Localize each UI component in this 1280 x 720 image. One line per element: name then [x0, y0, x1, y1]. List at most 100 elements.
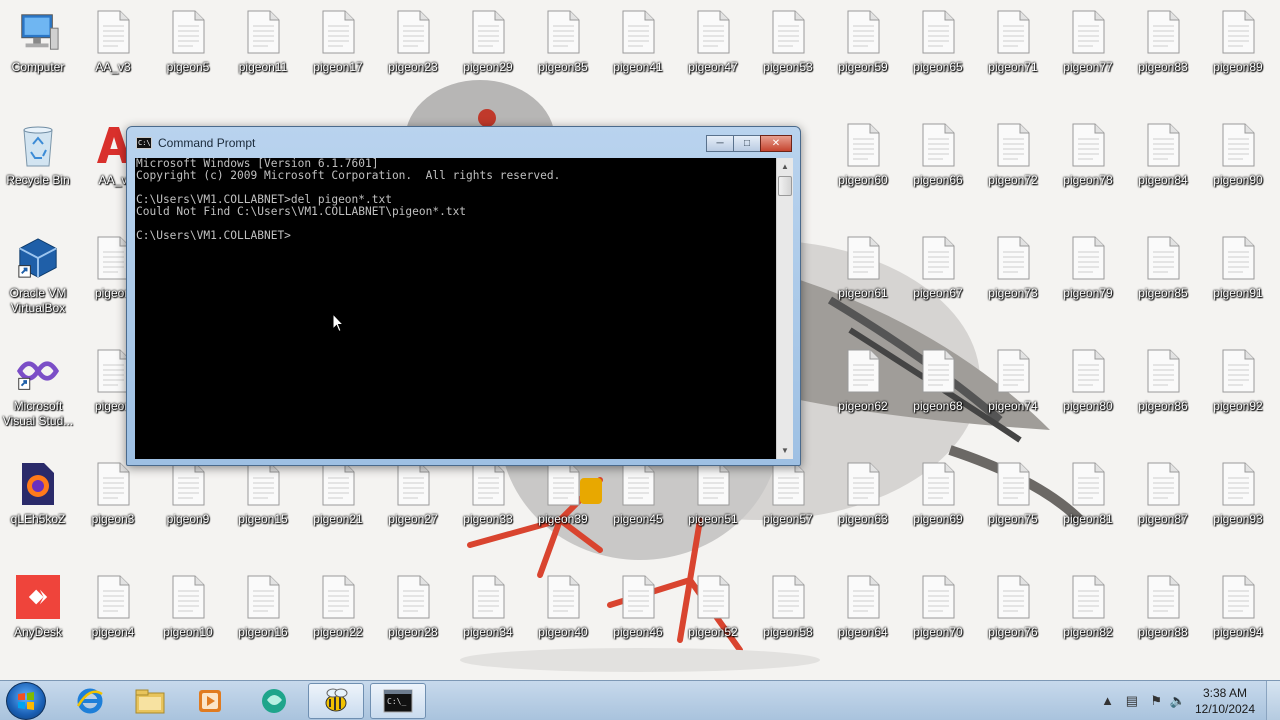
desktop-icon-file[interactable]: pigeon46: [602, 573, 674, 677]
desktop-icon-label: pigeon90: [1213, 173, 1263, 187]
desktop-icon-file[interactable]: pigeon80: [1052, 347, 1124, 451]
desktop-icon-file[interactable]: pigeon51: [677, 460, 749, 564]
chat-app-icon[interactable]: [246, 683, 302, 719]
desktop-icon-file[interactable]: pigeon92: [1202, 347, 1274, 451]
desktop-icon-file[interactable]: pigeon45: [602, 460, 674, 564]
desktop-icon-file[interactable]: pigeon33: [452, 460, 524, 564]
network-icon[interactable]: ▤: [1126, 693, 1138, 709]
clock[interactable]: 3:38 AM 12/10/2024: [1190, 685, 1260, 717]
file-explorer-icon[interactable]: [122, 683, 178, 719]
internet-explorer-icon[interactable]: [62, 683, 118, 719]
desktop-icon-file[interactable]: pigeon52: [677, 573, 749, 677]
desktop-icon-file[interactable]: pigeon84: [1127, 121, 1199, 225]
desktop-icon-file[interactable]: pigeon29: [452, 8, 524, 112]
desktop-icon-file[interactable]: pigeon87: [1127, 460, 1199, 564]
vertical-scrollbar[interactable]: ▲ ▼: [776, 158, 793, 459]
desktop-icon-file[interactable]: pigeon69: [902, 460, 974, 564]
desktop-icon-file[interactable]: pigeon88: [1127, 573, 1199, 677]
desktop-icon-label: pigeon29: [463, 60, 513, 74]
desktop-icon-file[interactable]: pigeon71: [977, 8, 1049, 112]
scroll-up-arrow-icon[interactable]: ▲: [777, 158, 793, 175]
desktop-icon-file[interactable]: pigeon59: [827, 8, 899, 112]
console-output[interactable]: Microsoft Windows [Version 6.1.7601] Cop…: [135, 158, 776, 459]
desktop-icon-file[interactable]: pigeon74: [977, 347, 1049, 451]
desktop-icon-file[interactable]: pigeon53: [752, 8, 824, 112]
desktop-icon-file[interactable]: pigeon78: [1052, 121, 1124, 225]
desktop-icon-file[interactable]: pigeon28: [377, 573, 449, 677]
desktop-icon-file[interactable]: pigeon34: [452, 573, 524, 677]
desktop-icon-file[interactable]: pigeon5: [152, 8, 224, 112]
show-hidden-icons-icon[interactable]: ▲: [1101, 693, 1114, 708]
scrollbar-thumb[interactable]: [778, 176, 792, 196]
desktop-icon-file[interactable]: pigeon89: [1202, 8, 1274, 112]
desktop-icon-file[interactable]: pigeon16: [227, 573, 299, 677]
desktop-icon-file[interactable]: pigeon68: [902, 347, 974, 451]
minimize-button[interactable]: ─: [706, 135, 734, 152]
desktop-icon-file[interactable]: pigeon21: [302, 460, 374, 564]
bee-app-icon[interactable]: [308, 683, 364, 719]
console-prompt[interactable]: C:\Users\VM1.COLLABNET>: [136, 230, 776, 242]
desktop-icon-file[interactable]: pigeon40: [527, 573, 599, 677]
desktop-icon-file[interactable]: pigeon79: [1052, 234, 1124, 338]
desktop-icon-file[interactable]: pigeon39: [527, 460, 599, 564]
close-button[interactable]: ✕: [760, 135, 792, 152]
desktop-icon-file[interactable]: pigeon70: [902, 573, 974, 677]
media-player-icon[interactable]: [182, 683, 238, 719]
desktop-icon-file[interactable]: pigeon64: [827, 573, 899, 677]
desktop-icon-anydesk[interactable]: AnyDesk: [2, 573, 74, 677]
desktop-icon-file[interactable]: pigeon10: [152, 573, 224, 677]
desktop-icon-file[interactable]: pigeon65: [902, 8, 974, 112]
desktop-icon-file[interactable]: pigeon63: [827, 460, 899, 564]
desktop-icon-file[interactable]: pigeon27: [377, 460, 449, 564]
desktop-icon-firefox[interactable]: qLEh5koZ: [2, 460, 74, 564]
desktop-icon-file[interactable]: pigeon58: [752, 573, 824, 677]
maximize-button[interactable]: □: [733, 135, 761, 152]
desktop-icon-file[interactable]: pigeon22: [302, 573, 374, 677]
desktop-icon-file[interactable]: pigeon86: [1127, 347, 1199, 451]
desktop-icon-file[interactable]: pigeon94: [1202, 573, 1274, 677]
desktop-icon-file[interactable]: pigeon81: [1052, 460, 1124, 564]
desktop-icon-recycle[interactable]: Recycle Bin: [2, 121, 74, 225]
desktop-icon-file[interactable]: pigeon3: [77, 460, 149, 564]
desktop-icon-file[interactable]: pigeon93: [1202, 460, 1274, 564]
desktop-icon-file[interactable]: pigeon41: [602, 8, 674, 112]
volume-muted-icon[interactable]: 🔈: [1170, 693, 1186, 709]
desktop-icon-file[interactable]: AA_v3: [77, 8, 149, 112]
cmd-icon[interactable]: C:\_: [370, 683, 426, 719]
desktop-icon-visualstudio[interactable]: Microsoft Visual Stud...: [2, 347, 74, 451]
desktop-icon-file[interactable]: pigeon47: [677, 8, 749, 112]
desktop-icon-file[interactable]: pigeon60: [827, 121, 899, 225]
desktop-icon-file[interactable]: pigeon90: [1202, 121, 1274, 225]
desktop-icon-file[interactable]: pigeon61: [827, 234, 899, 338]
desktop-icon-file[interactable]: pigeon66: [902, 121, 974, 225]
desktop-icon-file[interactable]: pigeon83: [1127, 8, 1199, 112]
action-center-flag-icon[interactable]: ⚑: [1150, 693, 1162, 709]
desktop-icon-file[interactable]: pigeon23: [377, 8, 449, 112]
desktop-icon-file[interactable]: pigeon11: [227, 8, 299, 112]
desktop-icon-file[interactable]: pigeon57: [752, 460, 824, 564]
start-button[interactable]: [6, 682, 46, 720]
desktop-icon-file[interactable]: pigeon17: [302, 8, 374, 112]
desktop-icon-file[interactable]: pigeon72: [977, 121, 1049, 225]
window-titlebar[interactable]: C:\ Command Prompt ─ □ ✕: [127, 127, 800, 159]
desktop-icon-file[interactable]: pigeon77: [1052, 8, 1124, 112]
scroll-down-arrow-icon[interactable]: ▼: [777, 442, 793, 459]
show-desktop-button[interactable]: [1266, 681, 1280, 720]
desktop-icon-file[interactable]: pigeon4: [77, 573, 149, 677]
desktop-icon-file[interactable]: pigeon85: [1127, 234, 1199, 338]
desktop-icon-virtualbox[interactable]: Oracle VM VirtualBox: [2, 234, 74, 338]
desktop-icon-computer[interactable]: Computer: [2, 8, 74, 112]
command-prompt-window[interactable]: C:\ Command Prompt ─ □ ✕ Microsoft Windo…: [126, 126, 801, 466]
desktop-icon-label: pigeon47: [688, 60, 738, 74]
desktop-icon-file[interactable]: pigeon76: [977, 573, 1049, 677]
desktop-icon-file[interactable]: pigeon75: [977, 460, 1049, 564]
desktop-icon-file[interactable]: pigeon91: [1202, 234, 1274, 338]
desktop-icon-file[interactable]: pigeon62: [827, 347, 899, 451]
desktop-icon-file[interactable]: pigeon9: [152, 460, 224, 564]
desktop-icon-file[interactable]: pigeon82: [1052, 573, 1124, 677]
desktop-icon-file[interactable]: pigeon15: [227, 460, 299, 564]
file-icon: [1216, 460, 1260, 508]
desktop-icon-file[interactable]: pigeon35: [527, 8, 599, 112]
desktop-icon-file[interactable]: pigeon67: [902, 234, 974, 338]
desktop-icon-file[interactable]: pigeon73: [977, 234, 1049, 338]
